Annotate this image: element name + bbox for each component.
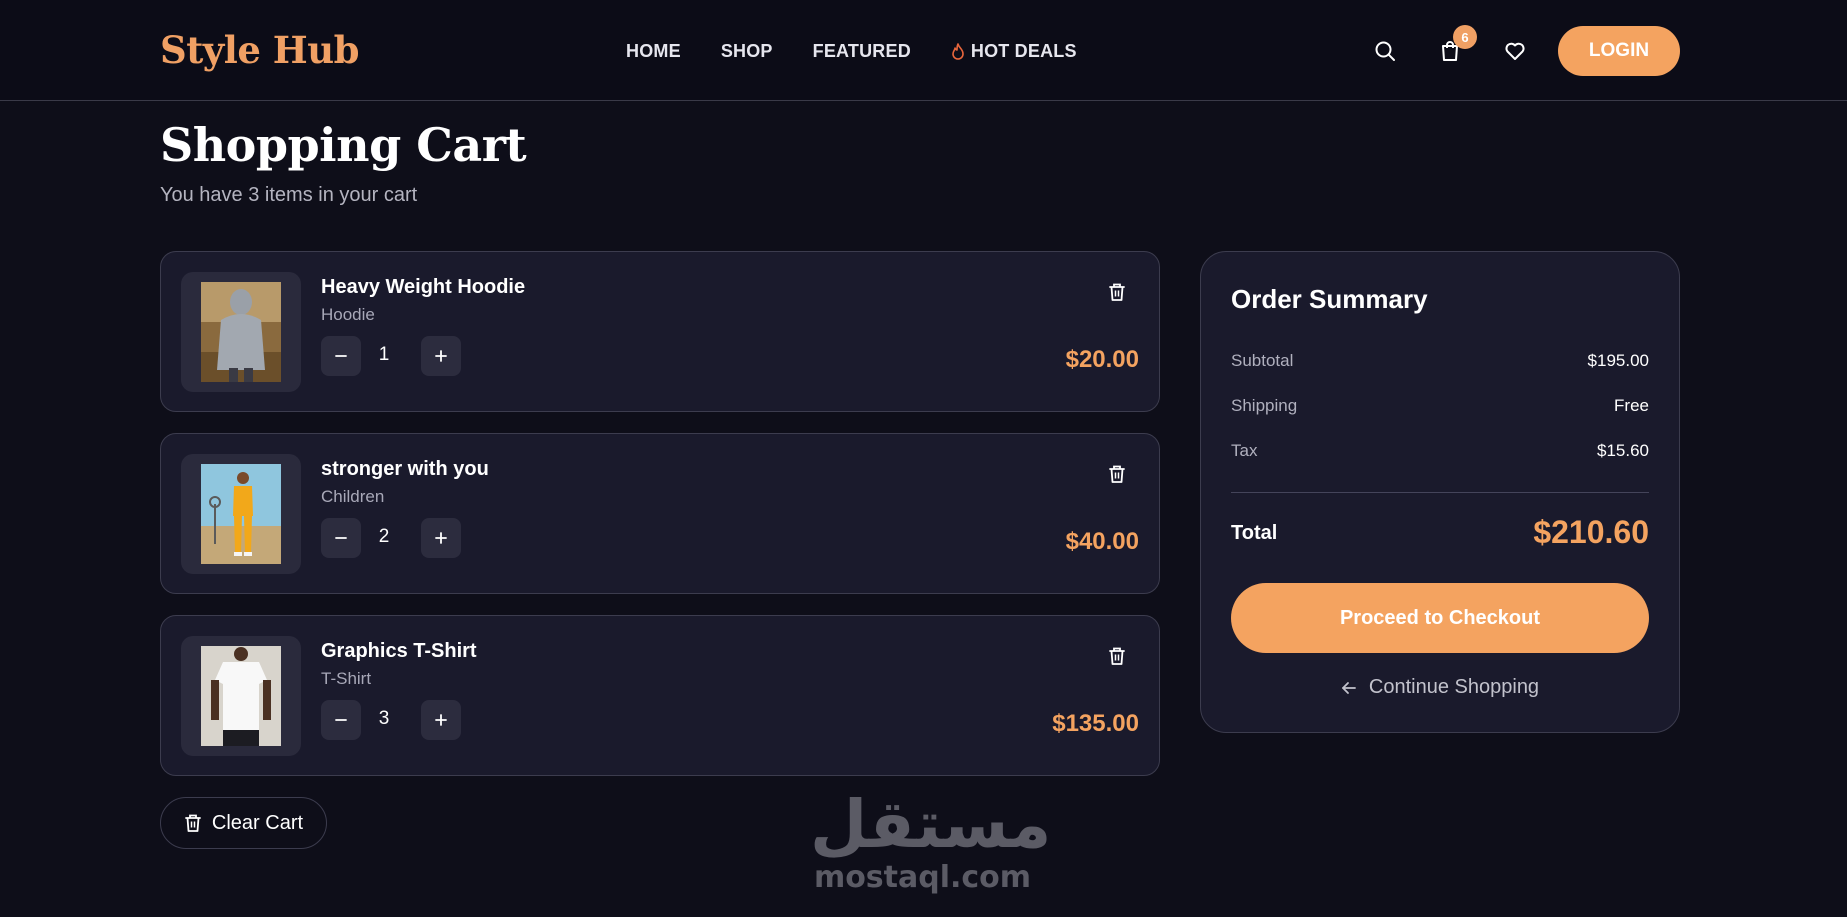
clear-cart-button[interactable]: Clear Cart [160,797,327,849]
product-price: $135.00 [1052,710,1139,737]
product-category: Hoodie [321,305,375,324]
total-label: Total [1231,522,1278,544]
summary-label: Shipping [1231,396,1298,415]
login-button[interactable]: LOGIN [1558,26,1680,76]
cart-item: Heavy Weight Hoodie Hoodie 1 $20.00 [160,251,1160,412]
increase-quantity-button[interactable] [421,518,461,558]
product-price: $20.00 [1065,346,1139,373]
product-image[interactable] [181,272,301,392]
product-image[interactable] [181,454,301,574]
product-category: Children [321,487,385,506]
trash-icon [184,813,202,833]
product-name: stronger with you [321,458,489,480]
page-title: Shopping Cart [160,118,527,172]
minus-icon [335,355,347,357]
nav-home[interactable]: HOME [626,41,681,62]
increase-quantity-button[interactable] [421,336,461,376]
product-price: $40.00 [1065,528,1139,555]
nav-hot-deals[interactable]: HOT DEALS [951,41,1077,62]
plus-icon [435,714,447,726]
total-value: $210.60 [1533,514,1649,550]
proceed-to-checkout-button[interactable]: Proceed to Checkout [1231,583,1649,653]
quantity-value: 3 [378,708,390,729]
order-summary-title: Order Summary [1231,284,1428,314]
nav-hot-deals-label: HOT DEALS [970,41,1077,61]
decrease-quantity-button[interactable] [321,336,361,376]
summary-label: Tax [1231,441,1258,460]
plus-icon [435,532,447,544]
site-logo[interactable]: Style Hub [160,28,360,72]
arrow-left-icon [1341,680,1357,696]
cart-item: Graphics T-Shirt T-Shirt 3 $135.00 [160,615,1160,776]
search-icon[interactable] [1370,36,1400,66]
product-category: T-Shirt [321,669,372,688]
summary-row-subtotal: Subtotal $195.00 [1231,351,1649,371]
watermark-latin: mostaql.com [813,860,1032,895]
cart-count-badge: 6 [1453,25,1477,49]
trash-icon[interactable] [1105,644,1129,668]
flame-icon [951,42,965,61]
minus-icon [335,719,347,721]
plus-icon [435,350,447,362]
increase-quantity-button[interactable] [421,700,461,740]
summary-row-shipping: Shipping Free [1231,396,1649,416]
page-subtitle: You have 3 items in your cart [160,184,418,206]
watermark: مستقل mostaql.com [810,786,1052,900]
summary-value: Free [1614,396,1649,415]
heart-icon[interactable] [1500,36,1530,66]
trash-icon[interactable] [1105,462,1129,486]
watermark-arabic: مستقل [810,786,1052,863]
summary-divider [1231,492,1649,493]
decrease-quantity-button[interactable] [321,518,361,558]
trash-icon[interactable] [1105,280,1129,304]
clear-cart-label: Clear Cart [211,811,304,834]
summary-label: Subtotal [1231,351,1294,370]
product-name: Graphics T-Shirt [321,640,477,662]
summary-row-tax: Tax $15.60 [1231,441,1649,461]
decrease-quantity-button[interactable] [321,700,361,740]
nav-featured[interactable]: FEATURED [813,41,911,62]
nav-shop[interactable]: SHOP [721,41,773,62]
product-name: Heavy Weight Hoodie [321,276,526,298]
site-header: Style Hub HOME SHOP FEATURED HOT DEALS 6… [0,0,1847,101]
continue-shopping-label: Continue Shopping [1368,676,1540,698]
product-image[interactable] [181,636,301,756]
cart-item: stronger with you Children 2 $40.00 [160,433,1160,594]
minus-icon [335,537,347,539]
order-summary: Order Summary Subtotal $195.00 Shipping … [1200,251,1680,733]
quantity-value: 2 [378,526,390,547]
quantity-value: 1 [378,344,390,365]
main-nav: HOME SHOP FEATURED HOT DEALS [626,41,1117,62]
summary-value: $15.60 [1597,441,1649,460]
summary-value: $195.00 [1587,351,1649,370]
continue-shopping-link[interactable]: Continue Shopping [1201,676,1679,699]
